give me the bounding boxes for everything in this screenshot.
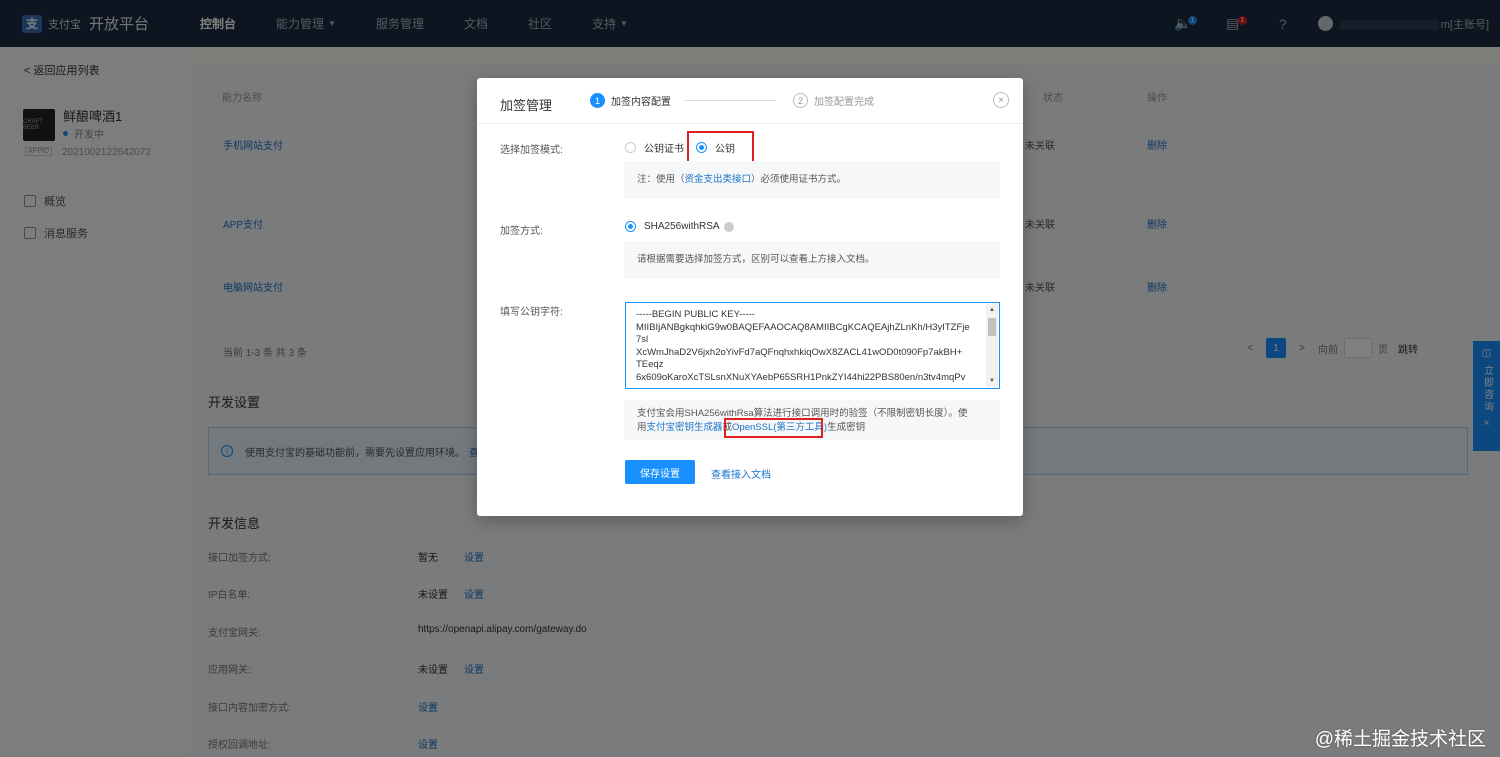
watermark: @稀土掘金技术社区 <box>1314 729 1486 750</box>
step-1: 1 加签内容配置 <box>590 93 671 108</box>
close-icon[interactable]: × <box>993 92 1009 108</box>
public-key-textarea[interactable]: -----BEGIN PUBLIC KEY----- MIIBIjANBgkqh… <box>625 302 1000 389</box>
highlight-box <box>724 418 823 438</box>
textarea-scrollbar[interactable]: ▲ ▼ <box>986 304 998 387</box>
step-2: 2 加签配置完成 <box>793 93 874 108</box>
radio-circle <box>625 142 636 153</box>
save-settings-button[interactable]: 保存设置 <box>625 460 695 484</box>
question-icon[interactable] <box>723 221 734 232</box>
scroll-thumb[interactable] <box>988 318 996 336</box>
modal-header: 加签管理 1 加签内容配置 2 加签配置完成 × <box>477 78 1023 124</box>
method-label: 加签方式: <box>500 226 543 237</box>
key-label: 填写公钥字符: <box>500 307 563 318</box>
step-number: 1 <box>590 93 605 108</box>
step-number: 2 <box>793 93 808 108</box>
step-label: 加签内容配置 <box>611 97 671 108</box>
radio-circle-selected <box>625 221 636 232</box>
mode-label: 选择加签模式: <box>500 145 563 156</box>
modal-title: 加签管理 <box>500 98 553 113</box>
mode-hint: 注：使用（资金支出类接口）必须使用证书方式。 <box>624 161 1000 199</box>
sign-management-modal: 加签管理 1 加签内容配置 2 加签配置完成 × 选择加签模式: 公钥证书 公钥… <box>477 78 1023 516</box>
fund-api-link[interactable]: 资金支出类接口 <box>685 174 752 185</box>
radio-public-key-cert[interactable]: 公钥证书 <box>625 140 684 156</box>
highlight-box <box>687 131 754 163</box>
step-label: 加签配置完成 <box>814 97 874 108</box>
method-hint: 请根据需要选择加签方式，区别可以查看上方接入文档。 <box>624 241 1000 279</box>
alipay-keygen-link[interactable]: 支付宝密钥生成器 <box>647 422 723 433</box>
radio-sha256[interactable]: SHA256withRSA <box>625 221 734 235</box>
step-connector <box>684 100 776 101</box>
scroll-down-icon[interactable]: ▼ <box>986 375 998 387</box>
scroll-up-icon[interactable]: ▲ <box>986 304 998 316</box>
view-docs-link[interactable]: 查看接入文档 <box>711 466 771 481</box>
